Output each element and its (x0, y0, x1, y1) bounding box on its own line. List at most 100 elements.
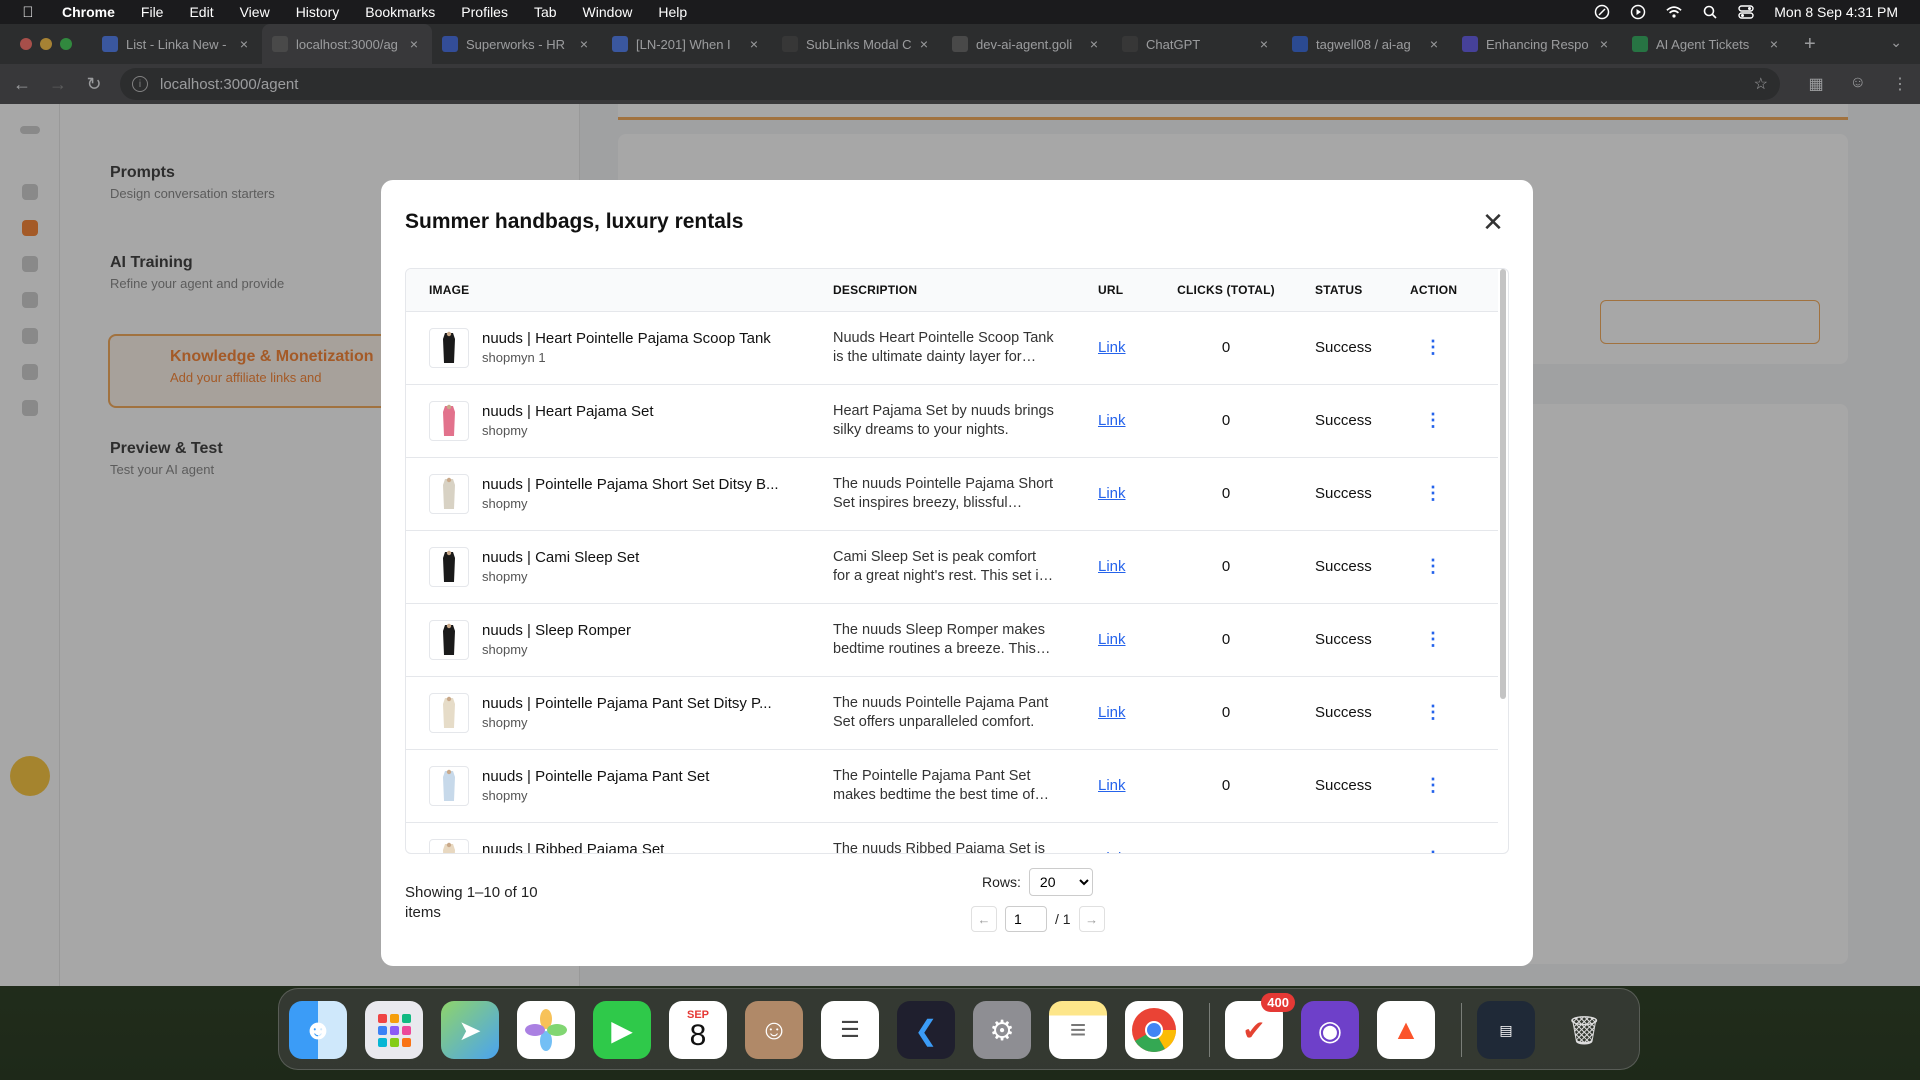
table-row: nuuds | Pointelle Pajama Short Set Ditsy… (406, 457, 1498, 530)
url-cell: Link (1086, 603, 1160, 676)
menubar-datetime[interactable]: Mon 8 Sep 4:31 PM (1774, 4, 1898, 20)
pagination: ← / 1 → (971, 906, 1105, 932)
recent-window-icon[interactable]: ▤ (1477, 1001, 1535, 1059)
sublinks-table-container: IMAGE DESCRIPTION URL CLICKS (TOTAL) STA… (405, 268, 1509, 854)
dock-separator (1209, 1003, 1210, 1057)
column-header-clicks: CLICKS (TOTAL) (1160, 269, 1292, 312)
table-row: nuuds | Pointelle Pajama Pant Set Ditsy … (406, 676, 1498, 749)
launchpad-icon[interactable] (365, 1001, 423, 1059)
product-link[interactable]: Link (1098, 704, 1126, 721)
image-cell: nuuds | Heart Pointelle Pajama Scoop Tan… (406, 311, 810, 384)
description-cell: The nuuds Sleep Romper makes bedtime rou… (810, 603, 1086, 676)
description-cell: Heart Pajama Set by nuuds brings silky d… (810, 384, 1086, 457)
product-link[interactable]: Link (1098, 777, 1126, 794)
facetime-icon[interactable]: ▶ (593, 1001, 651, 1059)
reminders-icon[interactable]: ☰ (821, 1001, 879, 1059)
product-link[interactable]: Link (1098, 558, 1126, 575)
table-body: nuuds | Heart Pointelle Pajama Scoop Tan… (406, 311, 1498, 854)
action-cell: ⋮ (1396, 384, 1498, 457)
product-link[interactable]: Link (1098, 339, 1126, 356)
status-cell: Success (1315, 558, 1372, 575)
product-shop: shopmy (482, 496, 528, 511)
table-row: nuuds | Ribbed Pajama Setshopmy The nuuds… (406, 822, 1498, 854)
notification-badge: 400 (1261, 993, 1295, 1012)
table-row: nuuds | Sleep Romper shopmy The nuuds Slee… (406, 603, 1498, 676)
table-scrollbar[interactable] (1500, 269, 1506, 699)
product-thumbnail (429, 473, 469, 514)
control-center-icon[interactable] (1738, 4, 1754, 20)
vscode-icon[interactable]: ❮ (897, 1001, 955, 1059)
notes-icon[interactable]: ≡ (1049, 1001, 1107, 1059)
settings-icon[interactable]: ⚙ (973, 1001, 1031, 1059)
play-icon[interactable] (1630, 4, 1646, 20)
apple-icon[interactable]:  (20, 4, 36, 21)
product-name: nuuds | Cami Sleep Set (482, 549, 640, 566)
contacts-icon[interactable]: ☺ (745, 1001, 803, 1059)
pagination-summary: Showing 1–10 of 10 items (405, 884, 538, 921)
menu-tab[interactable]: Tab (534, 4, 557, 20)
action-cell: ⋮ (1396, 530, 1498, 603)
more-actions-icon[interactable]: ⋮ (1424, 848, 1442, 853)
wifi-icon[interactable] (1666, 4, 1682, 20)
product-thumbnail (429, 838, 469, 853)
calendar-day: 8 (689, 1019, 707, 1052)
image-cell: nuuds | Pointelle Pajama Short Set Ditsy… (406, 457, 810, 530)
page-number-input[interactable] (1005, 906, 1047, 932)
product-link[interactable]: Link (1098, 485, 1126, 502)
clicks-cell: 0 (1221, 631, 1231, 648)
github-desktop-icon[interactable]: ◉ (1301, 1001, 1359, 1059)
more-actions-icon[interactable]: ⋮ (1424, 702, 1442, 722)
menu-file[interactable]: File (141, 4, 164, 20)
rows-per-page-select[interactable]: 102050 (1028, 868, 1093, 896)
previous-page-button[interactable]: ← (971, 906, 997, 932)
photos-icon[interactable] (517, 1001, 575, 1059)
url-cell: Link (1086, 530, 1160, 603)
trash-icon[interactable]: 🗑 (1555, 1001, 1613, 1059)
product-name: nuuds | Heart Pointelle Pajama Scoop Tan… (482, 330, 771, 347)
menu-bookmarks[interactable]: Bookmarks (365, 4, 435, 20)
finder-icon[interactable]: ☻ (289, 1001, 347, 1059)
column-header-status: STATUS (1292, 269, 1396, 312)
product-description: The nuuds Ribbed Pajama Set is cozy and … (833, 840, 1045, 854)
more-actions-icon[interactable]: ⋮ (1424, 556, 1442, 576)
brave-icon[interactable]: ▲ (1377, 1001, 1435, 1059)
maps-icon[interactable]: ➤ (441, 1001, 499, 1059)
menu-view[interactable]: View (240, 4, 270, 20)
url-cell: Link (1086, 749, 1160, 822)
todoist-icon[interactable]: ✔ 400 (1225, 993, 1295, 1059)
menu-help[interactable]: Help (658, 4, 687, 20)
product-link[interactable]: Link (1098, 412, 1126, 429)
menu-edit[interactable]: Edit (189, 4, 213, 20)
more-actions-icon[interactable]: ⋮ (1424, 337, 1442, 357)
table-row: nuuds | Pointelle Pajama Pant Set shopmy T… (406, 749, 1498, 822)
image-cell: nuuds | Pointelle Pajama Pant Set Ditsy … (406, 676, 810, 749)
product-shop: shopmyn 1 (482, 350, 546, 365)
url-cell: Link (1086, 676, 1160, 749)
description-cell: The nuuds Pointelle Pajama Pant Set offe… (810, 676, 1086, 749)
product-shop: shopmy (482, 715, 528, 730)
clicks-cell: 0 (1221, 339, 1231, 356)
description-cell: The nuuds Pointelle Pajama Short Set ins… (810, 457, 1086, 530)
more-actions-icon[interactable]: ⋮ (1424, 629, 1442, 649)
column-header-description: DESCRIPTION (810, 269, 1086, 312)
next-page-button[interactable]: → (1078, 906, 1105, 932)
macos-menubar:  Chrome File Edit View History Bookmark… (0, 0, 1920, 24)
screen-record-icon[interactable] (1594, 4, 1610, 20)
product-link[interactable]: Link (1098, 850, 1126, 853)
action-cell: ⋮ (1396, 603, 1498, 676)
calendar-icon[interactable]: SEP 8 (669, 1001, 727, 1059)
menu-history[interactable]: History (296, 4, 340, 20)
more-actions-icon[interactable]: ⋮ (1424, 775, 1442, 795)
more-actions-icon[interactable]: ⋮ (1424, 410, 1442, 430)
menu-window[interactable]: Window (583, 4, 633, 20)
product-name: nuuds | Pointelle Pajama Pant Set Ditsy … (482, 695, 772, 712)
more-actions-icon[interactable]: ⋮ (1424, 483, 1442, 503)
menu-app[interactable]: Chrome (62, 4, 115, 20)
menu-profiles[interactable]: Profiles (461, 4, 508, 20)
sublinks-table: IMAGE DESCRIPTION URL CLICKS (TOTAL) STA… (406, 269, 1498, 854)
chrome-icon[interactable] (1125, 1001, 1183, 1059)
search-icon[interactable] (1702, 4, 1718, 20)
product-name: nuuds | Sleep Romper (482, 622, 631, 639)
close-icon[interactable]: ✕ (1481, 209, 1505, 235)
product-link[interactable]: Link (1098, 631, 1126, 648)
